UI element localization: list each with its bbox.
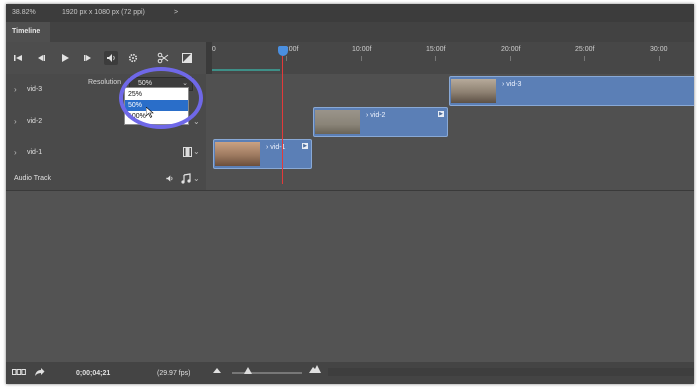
chevron-down-icon[interactable]: ⌄ [193, 147, 200, 156]
ruler-tick-label: 25:00f [575, 46, 595, 53]
highlight-circle [119, 67, 203, 129]
clip-thumbnail [215, 142, 260, 166]
track-lane-vid-2[interactable] [206, 106, 694, 139]
track-header-audio[interactable]: Audio Track ⌄ [6, 168, 206, 191]
work-area-bar[interactable] [210, 69, 280, 71]
ruler-tick-label: 30:00 [650, 46, 668, 53]
ruler-tick-mark [659, 56, 660, 61]
frames-icon[interactable] [12, 368, 26, 378]
track-lane-audio[interactable] [206, 168, 694, 191]
current-timecode[interactable]: 0;00;04;21 [76, 370, 110, 377]
zoom-out-icon[interactable] [213, 367, 221, 375]
chevron-down-icon[interactable]: ⌄ [193, 174, 200, 183]
frame-rate: (29.97 fps) [157, 370, 191, 377]
track-header-vid-1[interactable]: › vid-1 ⌄ [6, 138, 206, 169]
clip-label: › vid-3 [502, 81, 522, 88]
timeline-app-window: 38.82% 1920 px x 1080 px (72 ppi) > Time… [6, 4, 694, 384]
scissors-icon[interactable] [156, 51, 170, 65]
ruler-tick-mark [435, 56, 436, 61]
film-strip-icon[interactable] [183, 147, 192, 159]
chevron-right-icon[interactable]: › [14, 148, 17, 157]
panel-tab-bar: Timeline [6, 22, 694, 42]
ruler-tick-mark [510, 56, 511, 61]
horizontal-scrollbar[interactable] [328, 368, 694, 376]
clip-thumbnail [315, 110, 360, 134]
clip-label: › vid-2 [366, 112, 386, 119]
track-name: Audio Track [14, 175, 51, 182]
ruler-tick-mark [361, 56, 362, 61]
clip-end-icon[interactable]: ▶ [302, 143, 308, 149]
ruler-tick-mark [286, 56, 287, 61]
render-export-icon[interactable] [34, 367, 45, 379]
document-info[interactable]: 1920 px x 1080 px (72 ppi) [62, 9, 145, 16]
clip-thumbnail [451, 79, 496, 103]
chevron-right-icon[interactable]: › [14, 85, 17, 94]
zoom-level: 38.82% [12, 9, 36, 16]
chevron-right-icon[interactable]: › [14, 117, 17, 126]
speaker-icon[interactable] [104, 51, 118, 65]
first-frame-icon[interactable] [11, 51, 25, 65]
ruler-tick-mark [584, 56, 585, 61]
track-name: vid-1 [27, 149, 43, 156]
music-note-icon[interactable] [180, 173, 191, 186]
clip-vid-2[interactable]: › vid-2 ▶ [313, 107, 448, 137]
clip-vid-3[interactable]: › vid-3 [449, 76, 694, 106]
status-arrow[interactable]: > [174, 9, 178, 16]
playhead-line [282, 56, 283, 184]
gear-icon[interactable] [126, 51, 140, 65]
clip-vid-1[interactable]: › vid-1 ▶ [213, 139, 312, 169]
clip-end-icon[interactable]: ▶ [438, 111, 444, 117]
zoom-slider-handle[interactable] [244, 367, 252, 374]
playhead-handle[interactable] [278, 46, 288, 56]
tab-timeline[interactable]: Timeline [6, 22, 50, 42]
chevron-down-icon[interactable]: ⌄ [193, 117, 200, 126]
zoom-slider-track[interactable] [232, 372, 302, 374]
speaker-icon[interactable] [164, 173, 175, 186]
transition-icon[interactable] [180, 51, 194, 65]
ruler-tick-label: 10:00f [352, 46, 372, 53]
track-name: vid-3 [27, 86, 43, 93]
ruler-tick-label: 15:00f [426, 46, 446, 53]
previous-frame-icon[interactable] [34, 51, 48, 65]
play-icon[interactable] [58, 51, 72, 65]
status-bar: 38.82% 1920 px x 1080 px (72 ppi) > [6, 4, 694, 22]
zoom-in-icon[interactable] [309, 365, 321, 375]
resolution-label: Resolution [88, 79, 122, 86]
ruler-tick-label: 20:00f [501, 46, 521, 53]
track-name: vid-2 [27, 118, 43, 125]
next-frame-icon[interactable] [81, 51, 95, 65]
